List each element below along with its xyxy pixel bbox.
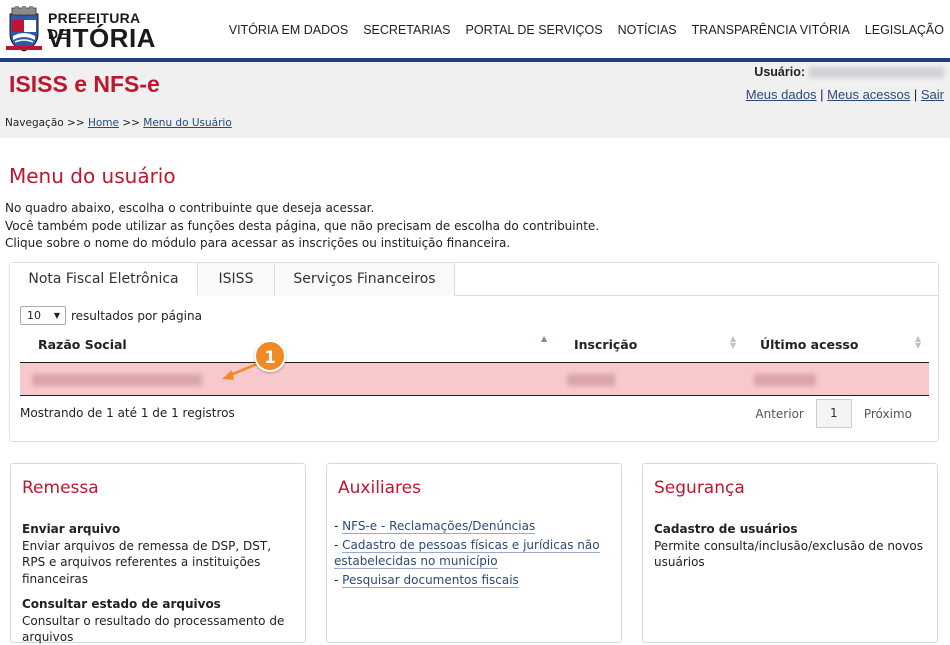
table-header: Razão Social ▲ Inscrição ▲ ▼ Último acess… xyxy=(20,333,929,363)
city-logo[interactable]: PREFEITURA DE VITÓRIA xyxy=(4,4,156,54)
page-length-label: resultados por página xyxy=(71,308,202,323)
reclamacoes-link[interactable]: NFS-e - Reclamações/Denúncias xyxy=(342,519,536,534)
nav-legislacao[interactable]: LEGISLAÇÃO xyxy=(865,23,944,37)
user-label: Usuário: xyxy=(754,65,805,79)
list-item: - Pesquisar documentos fiscais xyxy=(334,572,611,589)
column-ultimo-acesso[interactable]: Último acesso xyxy=(760,337,858,352)
card-remessa-title[interactable]: Remessa xyxy=(22,478,99,498)
intro-text: No quadro abaixo, escolha o contribuinte… xyxy=(5,200,599,253)
consultar-estado-link[interactable]: Consultar estado de arquivos xyxy=(22,596,295,613)
consultar-estado-desc: Consultar o resultado do processamento d… xyxy=(22,613,285,645)
list-bullet: - xyxy=(334,572,343,587)
chevron-down-icon: ▼ xyxy=(53,311,60,320)
separator: | xyxy=(910,87,921,102)
sort-both-icon[interactable]: ▲ ▼ xyxy=(915,335,921,350)
cadastro-usuarios-desc: Permite consulta/inclusão/exclusão de no… xyxy=(654,538,923,570)
card-seguranca-body: Cadastro de usuários Permite consulta/in… xyxy=(654,521,927,571)
page-length-select[interactable]: 10 ▼ xyxy=(20,306,66,325)
current-page-button[interactable]: 1 xyxy=(815,399,852,428)
card-seguranca-title[interactable]: Segurança xyxy=(654,478,745,498)
card-seguranca: Segurança Cadastro de usuários Permite c… xyxy=(642,463,938,643)
table-row[interactable] xyxy=(20,363,929,396)
page-length-control: 10 ▼ resultados por página xyxy=(20,306,202,325)
logout-link[interactable]: Sair xyxy=(921,87,944,102)
intro-line-3: Clique sobre o nome do módulo para acess… xyxy=(5,236,511,250)
top-bar: PREFEITURA DE VITÓRIA VITÓRIA EM DADOS S… xyxy=(0,0,950,62)
card-auxiliares-title[interactable]: Auxiliares xyxy=(338,478,421,498)
column-inscricao[interactable]: Inscrição xyxy=(574,337,637,352)
nav-vitoria-em-dados[interactable]: VITÓRIA EM DADOS xyxy=(229,23,348,37)
list-bullet: - xyxy=(334,537,343,552)
cadastro-pessoas-link[interactable]: Cadastro de pessoas físicas e jurídicas … xyxy=(334,537,600,569)
tab-nota-fiscal[interactable]: Nota Fiscal Eletrônica xyxy=(10,263,198,296)
list-item: - NFS-e - Reclamações/Denúncias xyxy=(334,518,611,535)
pagination: Anterior 1 Próximo xyxy=(743,399,924,428)
app-header: ISISS e NFS-e Usuário: Meus dados | Meus… xyxy=(0,62,950,138)
table-info: Mostrando de 1 até 1 de 1 registros xyxy=(20,406,235,420)
razao-social-redacted[interactable] xyxy=(32,374,202,386)
user-box: Usuário: Meus dados | Meus acessos | Sai… xyxy=(746,65,944,102)
pesquisar-documentos-link[interactable]: Pesquisar documentos fiscais xyxy=(342,572,519,588)
contributor-panel: Nota Fiscal Eletrônica ISISS Serviços Fi… xyxy=(9,262,939,442)
annotation-marker: 1 xyxy=(254,340,286,372)
top-navigation: VITÓRIA EM DADOS SECRETARIAS PORTAL DE S… xyxy=(229,23,944,37)
page-title: Menu do usuário xyxy=(9,164,176,188)
enviar-arquivo-link[interactable]: Enviar arquivo xyxy=(22,521,295,538)
tab-isiss[interactable]: ISISS xyxy=(198,263,275,296)
nav-secretarias[interactable]: SECRETARIAS xyxy=(363,23,450,37)
card-auxiliares: Auxiliares - NFS-e - Reclamações/Denúnci… xyxy=(326,463,622,643)
breadcrumb-label: Navegação >> xyxy=(5,117,88,129)
tab-servicos-financeiros[interactable]: Serviços Financeiros xyxy=(275,263,455,296)
intro-line-2: Você também pode utilizar as funções des… xyxy=(5,218,600,233)
city-crest-icon xyxy=(6,6,42,52)
page-length-value: 10 xyxy=(27,309,41,322)
cadastro-usuarios-link[interactable]: Cadastro de usuários xyxy=(654,521,927,538)
card-remessa-body: Enviar arquivo Enviar arquivos de remess… xyxy=(22,521,295,645)
list-bullet: - xyxy=(334,519,343,533)
enviar-arquivo-desc: Enviar arquivos de remessa de DSP, DST, … xyxy=(22,538,272,586)
sort-both-icon[interactable]: ▲ ▼ xyxy=(730,335,736,350)
app-title: ISISS e NFS-e xyxy=(9,71,160,97)
nav-noticias[interactable]: NOTÍCIAS xyxy=(618,23,677,37)
separator: | xyxy=(816,87,828,102)
nav-portal-de-servicos[interactable]: PORTAL DE SERVIÇOS xyxy=(466,23,603,37)
user-links: Meus dados | Meus acessos | Sair xyxy=(746,87,944,102)
list-item: - Cadastro de pessoas físicas e jurídica… xyxy=(334,537,611,570)
breadcrumb-sep: >> xyxy=(118,117,144,129)
user-line: Usuário: xyxy=(746,65,944,79)
breadcrumb-current[interactable]: Menu do Usuário xyxy=(143,117,232,129)
prev-page-button[interactable]: Anterior xyxy=(743,407,815,421)
logo-line2: VITÓRIA xyxy=(47,23,156,53)
intro-line-1: No quadro abaixo, escolha o contribuinte… xyxy=(5,201,375,215)
my-access-link[interactable]: Meus acessos xyxy=(827,87,910,102)
nav-transparencia[interactable]: TRANSPARÊNCIA VITÓRIA xyxy=(692,23,850,37)
breadcrumb-home[interactable]: Home xyxy=(88,117,119,129)
column-razao-social[interactable]: Razão Social xyxy=(38,337,127,352)
inscricao-redacted xyxy=(567,374,615,386)
breadcrumb: Navegação >> Home >> Menu do Usuário xyxy=(5,117,232,129)
ultimo-acesso-redacted xyxy=(754,374,816,386)
next-page-button[interactable]: Próximo xyxy=(852,407,924,421)
my-data-link[interactable]: Meus dados xyxy=(746,87,817,102)
user-name-redacted xyxy=(809,67,944,79)
card-remessa: Remessa Enviar arquivo Enviar arquivos d… xyxy=(10,463,306,645)
sort-asc-icon[interactable]: ▲ xyxy=(541,335,547,343)
card-auxiliares-body: - NFS-e - Reclamações/Denúncias - Cadast… xyxy=(334,518,611,590)
tab-bar: Nota Fiscal Eletrônica ISISS Serviços Fi… xyxy=(10,263,938,296)
